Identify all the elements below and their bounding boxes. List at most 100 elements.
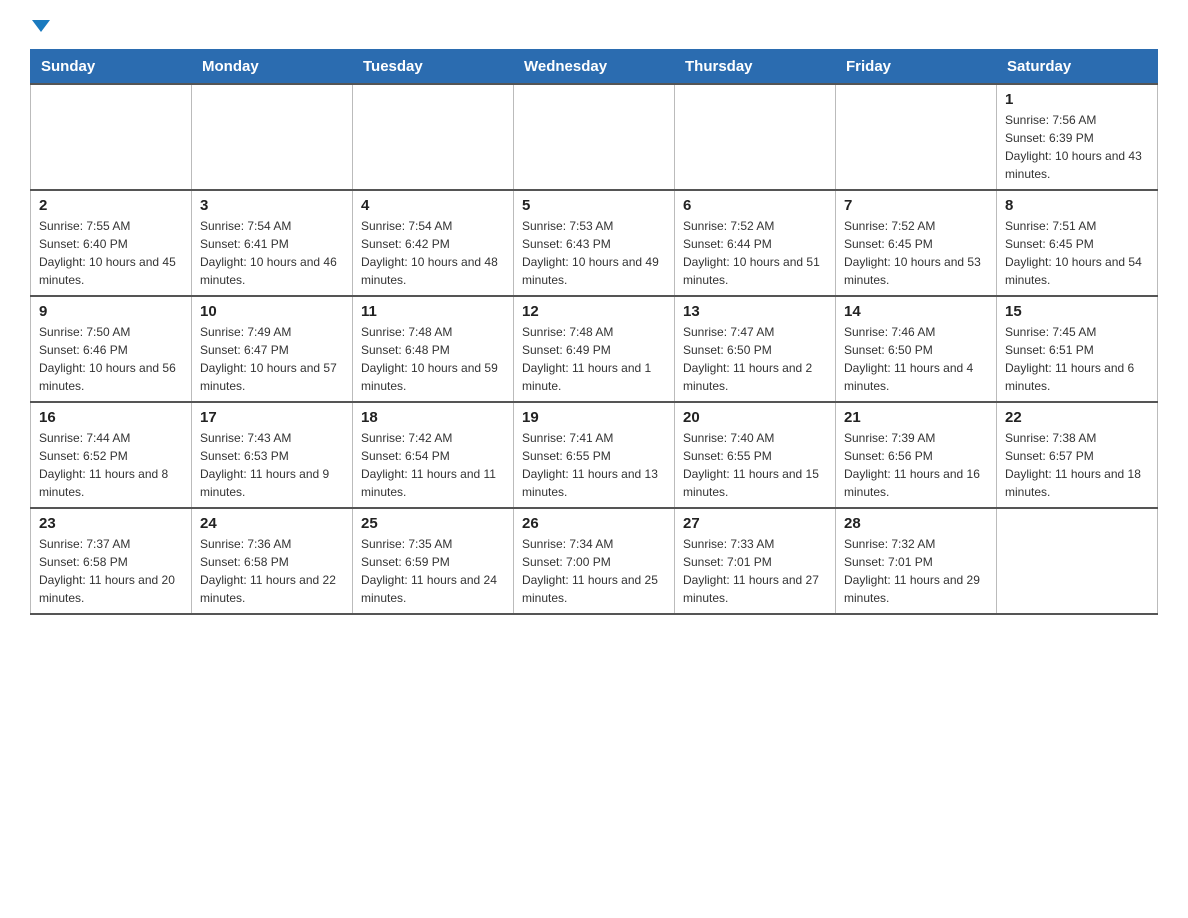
day-info: Sunrise: 7:51 AM Sunset: 6:45 PM Dayligh…: [1005, 217, 1149, 289]
day-info: Sunrise: 7:41 AM Sunset: 6:55 PM Dayligh…: [522, 429, 666, 501]
calendar-cell: [997, 508, 1158, 614]
day-number: 11: [361, 303, 505, 320]
day-number: 7: [844, 197, 988, 214]
day-number: 15: [1005, 303, 1149, 320]
day-info: Sunrise: 7:52 AM Sunset: 6:45 PM Dayligh…: [844, 217, 988, 289]
day-number: 4: [361, 197, 505, 214]
calendar-cell: 26 Sunrise: 7:34 AM Sunset: 7:00 PM Dayli…: [514, 508, 675, 614]
calendar-cell: 18 Sunrise: 7:42 AM Sunset: 6:54 PM Dayli…: [353, 402, 514, 508]
day-info: Sunrise: 7:54 AM Sunset: 6:41 PM Dayligh…: [200, 217, 344, 289]
day-info: Sunrise: 7:48 AM Sunset: 6:48 PM Dayligh…: [361, 323, 505, 395]
day-info: Sunrise: 7:45 AM Sunset: 6:51 PM Dayligh…: [1005, 323, 1149, 395]
day-number: 3: [200, 197, 344, 214]
calendar-cell: 19 Sunrise: 7:41 AM Sunset: 6:55 PM Dayli…: [514, 402, 675, 508]
day-of-week-header: Friday: [836, 50, 997, 85]
day-number: 13: [683, 303, 827, 320]
calendar-cell: 27Sunrise: 7:33 AM Sunset: 7:01 PM Dayli…: [675, 508, 836, 614]
calendar-cell: [675, 84, 836, 190]
day-info: Sunrise: 7:46 AM Sunset: 6:50 PM Dayligh…: [844, 323, 988, 395]
day-info: Sunrise: 7:37 AM Sunset: 6:58 PM Dayligh…: [39, 535, 183, 607]
day-number: 18: [361, 409, 505, 426]
calendar-cell: 10Sunrise: 7:49 AM Sunset: 6:47 PM Dayli…: [192, 296, 353, 402]
calendar-cell: 1 Sunrise: 7:56 AM Sunset: 6:39 PM Daylig…: [997, 84, 1158, 190]
day-info: Sunrise: 7:43 AM Sunset: 6:53 PM Dayligh…: [200, 429, 344, 501]
calendar-cell: 23 Sunrise: 7:37 AM Sunset: 6:58 PM Dayli…: [31, 508, 192, 614]
calendar-cell: 6 Sunrise: 7:52 AM Sunset: 6:44 PM Daylig…: [675, 190, 836, 296]
calendar-cell: 9 Sunrise: 7:50 AM Sunset: 6:46 PM Daylig…: [31, 296, 192, 402]
day-number: 26: [522, 515, 666, 532]
day-info: Sunrise: 7:32 AM Sunset: 7:01 PM Dayligh…: [844, 535, 988, 607]
day-number: 22: [1005, 409, 1149, 426]
calendar-table: SundayMondayTuesdayWednesdayThursdayFrid…: [30, 49, 1158, 615]
calendar-cell: 13 Sunrise: 7:47 AM Sunset: 6:50 PM Dayli…: [675, 296, 836, 402]
day-number: 20: [683, 409, 827, 426]
calendar-cell: 12 Sunrise: 7:48 AM Sunset: 6:49 PM Dayli…: [514, 296, 675, 402]
calendar-cell: 14 Sunrise: 7:46 AM Sunset: 6:50 PM Dayli…: [836, 296, 997, 402]
calendar-cell: 2 Sunrise: 7:55 AM Sunset: 6:40 PM Daylig…: [31, 190, 192, 296]
day-number: 23: [39, 515, 183, 532]
day-of-week-header: Tuesday: [353, 50, 514, 85]
day-of-week-header: Wednesday: [514, 50, 675, 85]
day-of-week-header: Saturday: [997, 50, 1158, 85]
day-number: 10: [200, 303, 344, 320]
calendar-cell: 17 Sunrise: 7:43 AM Sunset: 6:53 PM Dayli…: [192, 402, 353, 508]
day-info: Sunrise: 7:48 AM Sunset: 6:49 PM Dayligh…: [522, 323, 666, 395]
day-info: Sunrise: 7:56 AM Sunset: 6:39 PM Dayligh…: [1005, 111, 1149, 183]
day-of-week-header: Thursday: [675, 50, 836, 85]
calendar-week-row: 1 Sunrise: 7:56 AM Sunset: 6:39 PM Daylig…: [31, 84, 1158, 190]
day-number: 14: [844, 303, 988, 320]
day-number: 5: [522, 197, 666, 214]
day-info: Sunrise: 7:42 AM Sunset: 6:54 PM Dayligh…: [361, 429, 505, 501]
day-of-week-header: Sunday: [31, 50, 192, 85]
day-number: 16: [39, 409, 183, 426]
day-number: 28: [844, 515, 988, 532]
calendar-week-row: 16 Sunrise: 7:44 AM Sunset: 6:52 PM Dayli…: [31, 402, 1158, 508]
calendar-cell: 7 Sunrise: 7:52 AM Sunset: 6:45 PM Daylig…: [836, 190, 997, 296]
calendar-cell: [514, 84, 675, 190]
day-number: 12: [522, 303, 666, 320]
day-number: 1: [1005, 91, 1149, 108]
day-number: 6: [683, 197, 827, 214]
calendar-cell: [353, 84, 514, 190]
calendar-cell: [31, 84, 192, 190]
calendar-cell: 20 Sunrise: 7:40 AM Sunset: 6:55 PM Dayli…: [675, 402, 836, 508]
day-number: 9: [39, 303, 183, 320]
calendar-cell: 5 Sunrise: 7:53 AM Sunset: 6:43 PM Daylig…: [514, 190, 675, 296]
calendar-cell: 3 Sunrise: 7:54 AM Sunset: 6:41 PM Daylig…: [192, 190, 353, 296]
calendar-week-row: 2 Sunrise: 7:55 AM Sunset: 6:40 PM Daylig…: [31, 190, 1158, 296]
day-info: Sunrise: 7:44 AM Sunset: 6:52 PM Dayligh…: [39, 429, 183, 501]
calendar-cell: 25Sunrise: 7:35 AM Sunset: 6:59 PM Dayli…: [353, 508, 514, 614]
calendar-cell: [836, 84, 997, 190]
day-info: Sunrise: 7:52 AM Sunset: 6:44 PM Dayligh…: [683, 217, 827, 289]
day-info: Sunrise: 7:38 AM Sunset: 6:57 PM Dayligh…: [1005, 429, 1149, 501]
day-info: Sunrise: 7:40 AM Sunset: 6:55 PM Dayligh…: [683, 429, 827, 501]
logo: [30, 20, 50, 33]
calendar-week-row: 23 Sunrise: 7:37 AM Sunset: 6:58 PM Dayli…: [31, 508, 1158, 614]
page-header: [30, 20, 1158, 33]
calendar-cell: 21 Sunrise: 7:39 AM Sunset: 6:56 PM Dayli…: [836, 402, 997, 508]
day-info: Sunrise: 7:53 AM Sunset: 6:43 PM Dayligh…: [522, 217, 666, 289]
day-info: Sunrise: 7:39 AM Sunset: 6:56 PM Dayligh…: [844, 429, 988, 501]
day-info: Sunrise: 7:36 AM Sunset: 6:58 PM Dayligh…: [200, 535, 344, 607]
calendar-cell: 28 Sunrise: 7:32 AM Sunset: 7:01 PM Dayli…: [836, 508, 997, 614]
day-number: 17: [200, 409, 344, 426]
calendar-cell: 4 Sunrise: 7:54 AM Sunset: 6:42 PM Daylig…: [353, 190, 514, 296]
day-number: 21: [844, 409, 988, 426]
day-number: 8: [1005, 197, 1149, 214]
day-number: 19: [522, 409, 666, 426]
calendar-cell: [192, 84, 353, 190]
calendar-cell: 8 Sunrise: 7:51 AM Sunset: 6:45 PM Daylig…: [997, 190, 1158, 296]
day-info: Sunrise: 7:35 AM Sunset: 6:59 PM Dayligh…: [361, 535, 505, 607]
day-info: Sunrise: 7:34 AM Sunset: 7:00 PM Dayligh…: [522, 535, 666, 607]
calendar-cell: 16 Sunrise: 7:44 AM Sunset: 6:52 PM Dayli…: [31, 402, 192, 508]
day-number: 27: [683, 515, 827, 532]
day-info: Sunrise: 7:50 AM Sunset: 6:46 PM Dayligh…: [39, 323, 183, 395]
day-info: Sunrise: 7:47 AM Sunset: 6:50 PM Dayligh…: [683, 323, 827, 395]
day-info: Sunrise: 7:55 AM Sunset: 6:40 PM Dayligh…: [39, 217, 183, 289]
day-info: Sunrise: 7:54 AM Sunset: 6:42 PM Dayligh…: [361, 217, 505, 289]
day-number: 2: [39, 197, 183, 214]
calendar-week-row: 9 Sunrise: 7:50 AM Sunset: 6:46 PM Daylig…: [31, 296, 1158, 402]
calendar-cell: 22 Sunrise: 7:38 AM Sunset: 6:57 PM Dayli…: [997, 402, 1158, 508]
calendar-cell: 15 Sunrise: 7:45 AM Sunset: 6:51 PM Dayli…: [997, 296, 1158, 402]
calendar-header-row: SundayMondayTuesdayWednesdayThursdayFrid…: [31, 50, 1158, 85]
